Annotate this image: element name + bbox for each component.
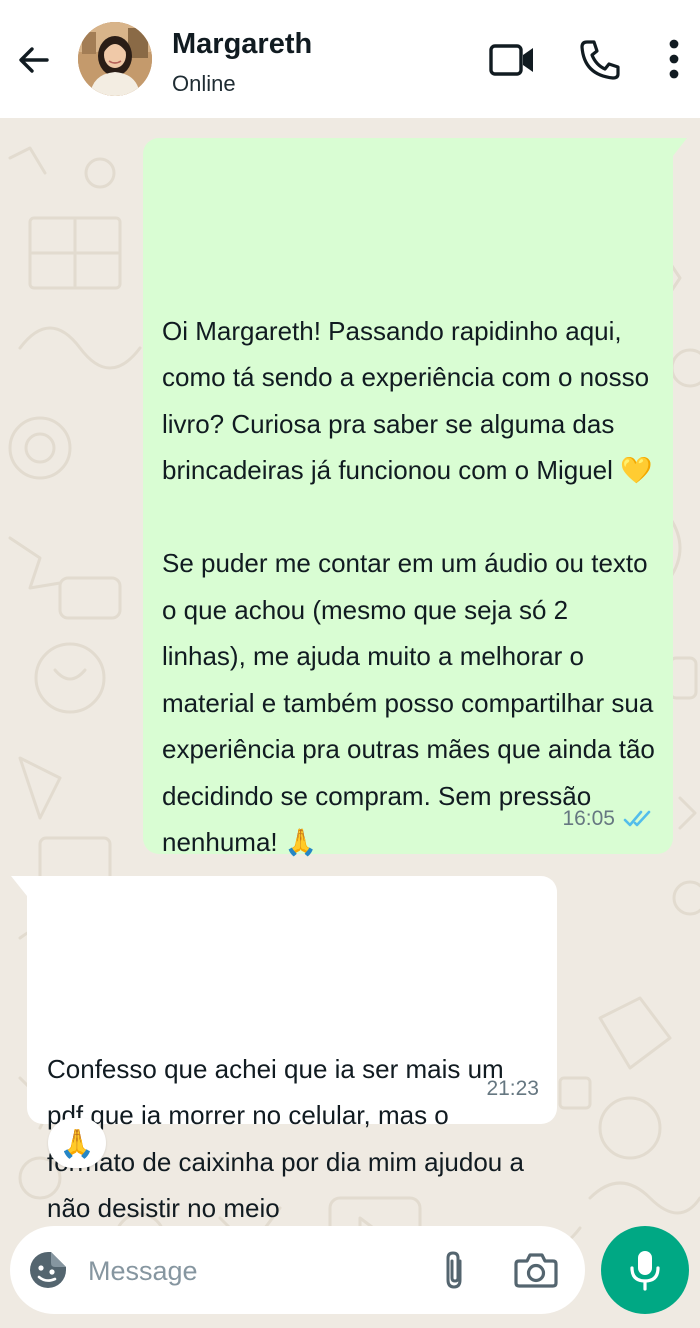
chat-header: Margareth Online — [0, 0, 700, 118]
camera-button[interactable] — [513, 1248, 559, 1292]
contact-name[interactable]: Margareth — [172, 28, 312, 61]
back-arrow-icon — [19, 47, 49, 73]
message-reaction[interactable]: 🙏 — [48, 1118, 106, 1168]
message-text: Confesso que achei que ia ser mais um pd… — [47, 1053, 532, 1224]
message-meta: 21:23 — [486, 1066, 539, 1113]
sticker-button[interactable] — [26, 1248, 70, 1292]
sticker-icon — [30, 1252, 66, 1288]
phone-icon — [580, 40, 620, 80]
message-input[interactable] — [88, 1248, 418, 1294]
more-vertical-icon — [669, 39, 679, 79]
back-button[interactable] — [14, 40, 54, 80]
video-call-button[interactable] — [486, 38, 538, 82]
bubble-tail — [11, 876, 27, 896]
bubble-tail — [673, 138, 687, 156]
chat-area[interactable]: Oi Margareth! Passando rapidinho aqui, c… — [0, 118, 700, 1328]
contact-status: Online — [172, 71, 236, 96]
voice-message-button[interactable] — [601, 1226, 689, 1314]
incoming-message-bubble[interactable]: Confesso que achei que ia ser mais um pd… — [11, 876, 557, 1223]
attach-button[interactable] — [436, 1248, 476, 1292]
paperclip-icon — [446, 1251, 462, 1289]
video-camera-icon — [489, 44, 533, 76]
voice-call-button[interactable] — [576, 36, 624, 84]
camera-icon — [514, 1253, 558, 1288]
message-time: 16:05 — [562, 806, 615, 830]
message-text: Oi Margareth! Passando rapidinho aqui, c… — [162, 315, 655, 858]
double-check-icon — [623, 810, 651, 827]
reaction-emoji: 🙏 — [59, 1126, 95, 1160]
avatar-photo — [78, 22, 152, 96]
message-meta: 16:05 — [562, 796, 655, 843]
message-time: 21:23 — [486, 1076, 539, 1100]
microphone-icon — [630, 1251, 660, 1291]
message-composer — [10, 1226, 585, 1314]
outgoing-message-bubble[interactable]: Oi Margareth! Passando rapidinho aqui, c… — [143, 138, 687, 857]
contact-avatar[interactable] — [78, 22, 152, 96]
more-options-button[interactable] — [656, 34, 692, 84]
